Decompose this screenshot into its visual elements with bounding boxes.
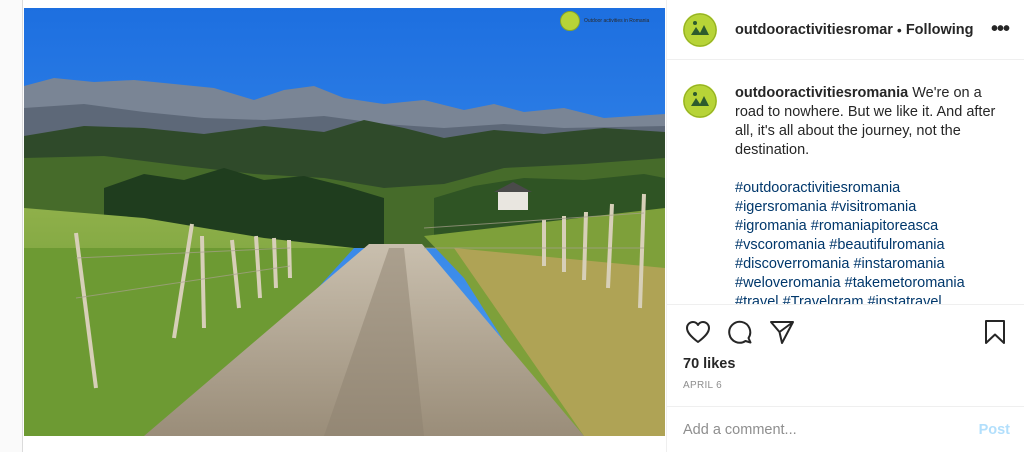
hashtag-link[interactable]: #instatravel xyxy=(867,294,941,304)
hashtag-link[interactable]: #visitromania xyxy=(831,199,916,215)
hashtag-link[interactable]: #travel xyxy=(735,294,779,304)
likes-count[interactable]: 70 likes xyxy=(683,356,1010,372)
share-icon[interactable] xyxy=(767,317,797,347)
hashtag-link[interactable]: #igromania xyxy=(735,218,807,234)
hashtag-link[interactable]: #Travelgram xyxy=(783,294,864,304)
more-options-icon[interactable]: ••• xyxy=(991,18,1010,41)
post-photo[interactable]: Outdoor activities in Romania xyxy=(24,8,665,436)
following-button[interactable]: Following xyxy=(906,22,974,38)
post-card: Outdoor activities in Romania outdooract… xyxy=(22,0,1024,452)
hashtag-link[interactable]: #beautifulromania xyxy=(829,237,944,253)
comment-icon[interactable] xyxy=(725,317,755,347)
watermark: Outdoor activities in Romania xyxy=(560,11,649,31)
hashtag-link[interactable]: #romaniapitoreasca xyxy=(811,218,938,234)
caption-username[interactable]: outdooractivitiesromania xyxy=(735,85,908,101)
add-comment-bar: Post xyxy=(667,406,1024,452)
bookmark-icon[interactable] xyxy=(980,317,1010,347)
hashtag-link[interactable]: #discoverromania xyxy=(735,256,849,272)
caption-body: outdooractivitiesromania We're on a road… xyxy=(735,84,1009,304)
profile-logo-icon xyxy=(683,13,717,46)
action-icons xyxy=(683,317,1010,347)
profile-logo-icon xyxy=(683,84,717,118)
hashtag-link[interactable]: #outdooractivitiesromania xyxy=(735,180,900,196)
hashtag-link[interactable]: #weloveromania xyxy=(735,275,841,291)
hashtag-link[interactable]: #instaromania xyxy=(853,256,944,272)
watermark-text: Outdoor activities in Romania xyxy=(584,18,650,24)
header-username[interactable]: outdooractivitiesromar xyxy=(735,22,893,38)
hashtag-link[interactable]: #takemetoromania xyxy=(845,275,965,291)
post-comment-button[interactable]: Post xyxy=(979,422,1010,438)
avatar[interactable] xyxy=(683,12,717,47)
landscape-image xyxy=(24,8,665,436)
post-sidebar: outdooractivitiesromar • Following ••• o… xyxy=(666,0,1024,452)
post-date[interactable]: APRIL 6 xyxy=(683,380,1010,391)
watermark-logo-icon xyxy=(560,11,580,31)
post-header: outdooractivitiesromar • Following ••• xyxy=(667,0,1024,60)
caption-area: outdooractivitiesromania We're on a road… xyxy=(667,60,1024,304)
heart-icon[interactable] xyxy=(683,317,713,347)
hashtag-link[interactable]: #vscoromania xyxy=(735,237,825,253)
comment-input[interactable] xyxy=(683,421,979,438)
hashtag-list: #outdooractivitiesromania #igersromania … xyxy=(735,179,1009,304)
hashtag-link[interactable]: #igersromania xyxy=(735,199,827,215)
action-bar: 70 likes APRIL 6 xyxy=(667,304,1024,391)
caption-avatar[interactable] xyxy=(683,84,717,118)
header-separator: • xyxy=(896,21,902,38)
caption-text: outdooractivitiesromania We're on a road… xyxy=(735,84,1009,160)
